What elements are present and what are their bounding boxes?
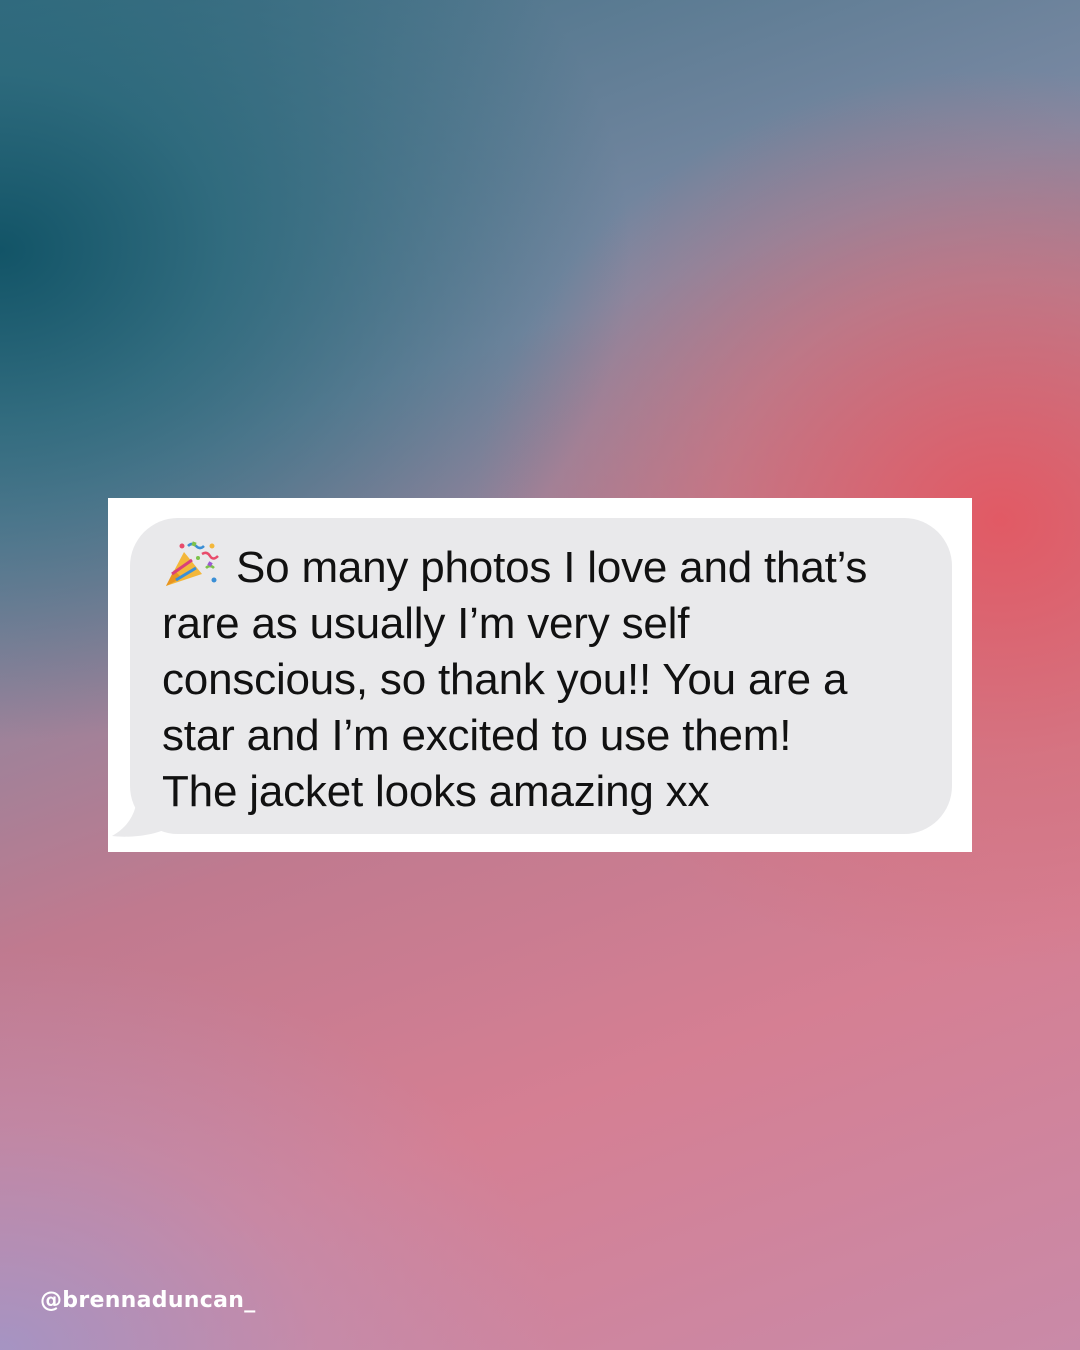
message-text: So many photos I love and that’s rare as… [162, 540, 922, 820]
message-bubble: So many photos I love and that’s rare as… [130, 518, 952, 834]
message-screenshot-card: So many photos I love and that’s rare as… [108, 498, 972, 852]
message-line-2: rare as usually I’m very self [162, 599, 690, 648]
message-line-3: conscious, so thank you!! You are a [162, 655, 848, 704]
message-line-5: The jacket looks amazing xx [162, 767, 710, 816]
message-line-1: So many photos I love and that’s [162, 540, 922, 596]
social-handle: @brennaduncan_ [40, 1288, 256, 1313]
message-line-1-text: So many photos I love and that’s [236, 543, 868, 592]
message-line-4: star and I’m excited to use them! [162, 711, 792, 760]
party-popper-icon [166, 541, 219, 586]
